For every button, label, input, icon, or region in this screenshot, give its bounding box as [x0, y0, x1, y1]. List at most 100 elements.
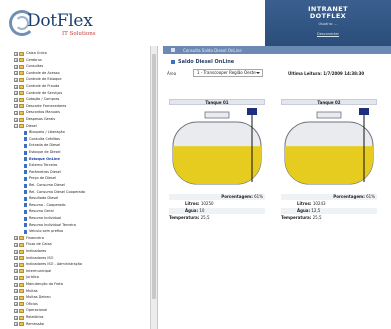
- menu-item[interactable]: + Controle de Acesso: [14, 71, 60, 76]
- menu-item[interactable]: + Intermunicipal: [14, 269, 51, 274]
- menu-subitem[interactable]: Resumo - Cooperado: [24, 203, 66, 208]
- menu-item-label: Consulta Créditos: [29, 136, 60, 141]
- menu-item[interactable]: + Controle de Serviços: [14, 91, 62, 96]
- expand-icon[interactable]: +: [14, 322, 18, 327]
- folder-icon: [19, 91, 24, 96]
- menu-item[interactable]: + Multas Detran: [14, 295, 51, 300]
- menu-item[interactable]: + Operacional: [14, 308, 47, 313]
- menu-subitem[interactable]: Entrada de Diesel: [24, 143, 60, 148]
- menu-subitem[interactable]: Resumo Individual Terceiro: [24, 223, 76, 228]
- menu-item[interactable]: + Fluxo de Caixa: [14, 242, 52, 247]
- menu-item-label: Multas: [26, 288, 38, 293]
- tank-2-sensor-box: [359, 108, 369, 115]
- expand-icon[interactable]: +: [14, 91, 18, 96]
- logout-link[interactable]: Desconectar: [265, 32, 391, 36]
- folder-icon: [19, 282, 24, 287]
- document-icon: [24, 190, 27, 195]
- folder-icon: [19, 104, 24, 109]
- menu-subitem[interactable]: Estoque OnLine: [24, 157, 60, 162]
- menu-item[interactable]: + Indicadores: [14, 249, 46, 254]
- menu-item-label: Fluxo de Caixa: [26, 242, 52, 247]
- menu-item[interactable]: + Indicadores ISO - Administração: [14, 262, 82, 267]
- document-icon: [24, 203, 27, 208]
- expand-icon[interactable]: +: [14, 275, 18, 280]
- expand-icon[interactable]: +: [14, 236, 18, 241]
- document-icon: [24, 150, 27, 155]
- expand-icon[interactable]: +: [14, 269, 18, 274]
- menu-item[interactable]: + Controle de Frauda: [14, 84, 59, 89]
- expand-icon[interactable]: +: [14, 77, 18, 82]
- menu-subitem[interactable]: Preço de Diesel: [24, 176, 56, 181]
- menu-item-label: Veículo sem prefixo: [29, 229, 64, 234]
- expand-icon[interactable]: +: [14, 282, 18, 287]
- expand-icon[interactable]: +: [14, 110, 18, 115]
- menu-item[interactable]: + Controle de Estoque: [14, 77, 62, 82]
- menu-subitem[interactable]: Resultado Diesel: [24, 196, 58, 201]
- dotflex-logo[interactable]: DotFlex IT Solutions: [9, 7, 129, 41]
- menu-subitem[interactable]: Resumo Individual: [24, 216, 61, 221]
- menu-item[interactable]: − Diesel: [14, 124, 37, 129]
- expand-icon[interactable]: +: [14, 97, 18, 102]
- menu-item[interactable]: + Descarte Fornecedores: [14, 104, 66, 109]
- menu-subitem[interactable]: Resumo Geral: [24, 209, 54, 214]
- sidebar-scrollbar[interactable]: [150, 46, 157, 329]
- menu-subitem[interactable]: Rel. Consumo Diesel: [24, 183, 65, 188]
- menu-item[interactable]: + Ofícios: [14, 302, 38, 307]
- menu-item-label: Relatórios: [26, 315, 44, 319]
- menu-item[interactable]: + Cerebrus: [14, 58, 42, 63]
- expand-icon[interactable]: +: [14, 262, 18, 267]
- menu-subitem[interactable]: Parâmetros Diesel: [24, 170, 61, 175]
- menu-subitem[interactable]: Externo Terceiro: [24, 163, 57, 168]
- expand-icon[interactable]: +: [14, 308, 18, 313]
- expand-icon[interactable]: +: [14, 51, 18, 56]
- area-select-value: 1 - Transcooper Região Oeste: [197, 70, 256, 75]
- collapse-icon[interactable]: −: [14, 124, 18, 129]
- menu-item[interactable]: + Consultas: [14, 64, 43, 69]
- window-titlebar: Consulta Saldo Diesel OnLine: [163, 46, 391, 54]
- expand-icon[interactable]: +: [14, 64, 18, 69]
- expand-icon[interactable]: +: [14, 295, 18, 300]
- expand-icon[interactable]: +: [14, 249, 18, 254]
- menu-item[interactable]: + Multas: [14, 289, 38, 294]
- expand-icon[interactable]: +: [14, 302, 18, 307]
- menu-item-label: Caixa Único: [26, 51, 47, 55]
- menu-subitem[interactable]: Bloqueio / Liberação: [24, 130, 65, 135]
- expand-icon[interactable]: +: [14, 117, 18, 122]
- folder-icon: [19, 249, 24, 254]
- menu-subitem[interactable]: Rel. Consumo Diesel Cooperado: [24, 190, 85, 195]
- menu-subitem[interactable]: Consulta Créditos: [24, 137, 60, 142]
- menu-item[interactable]: + Cotação / Compras: [14, 97, 59, 102]
- tank-2-temp-label: Temperatura:: [281, 215, 312, 220]
- area-select[interactable]: 1 - Transcooper Região Oeste: [193, 69, 263, 77]
- expand-icon[interactable]: +: [14, 71, 18, 76]
- menu-subitem[interactable]: Veículo sem prefixo: [24, 229, 63, 234]
- menu-item-label: Jurídico: [26, 275, 39, 280]
- menu-item[interactable]: + Financeiro: [14, 236, 44, 241]
- menu-item-label: Cotação / Compras: [26, 97, 60, 102]
- menu-item[interactable]: + Manutenção da Frota: [14, 282, 63, 287]
- expand-icon[interactable]: +: [14, 104, 18, 109]
- menu-item[interactable]: + Relatórios: [14, 315, 43, 320]
- chevron-down-icon[interactable]: [256, 72, 260, 74]
- expand-icon[interactable]: +: [14, 315, 18, 320]
- folder-icon: [19, 117, 24, 122]
- expand-icon[interactable]: +: [14, 242, 18, 247]
- tank-1-fuel: [173, 146, 261, 184]
- menu-item[interactable]: + Caixa Único: [14, 51, 47, 56]
- menu-item-label: Consultas: [26, 64, 44, 69]
- menu-item[interactable]: + Descontos Manuais: [14, 110, 60, 115]
- menu-item[interactable]: + Jurídico: [14, 275, 39, 280]
- expand-icon[interactable]: +: [14, 58, 18, 63]
- menu-subitem[interactable]: Estoque de Diesel: [24, 150, 61, 155]
- menu-item[interactable]: + Despesas Gerais: [14, 117, 55, 122]
- tank-2-water-label: Água:: [297, 208, 311, 213]
- expand-icon[interactable]: +: [14, 289, 18, 294]
- menu-item[interactable]: + Indicadores ISO: [14, 256, 53, 261]
- folder-icon: [19, 269, 24, 274]
- menu-item[interactable]: + Remessão: [14, 322, 44, 327]
- folder-icon: [19, 275, 24, 280]
- folder-icon: [19, 236, 24, 241]
- expand-icon[interactable]: +: [14, 256, 18, 261]
- scrollbar-thumb[interactable]: [152, 54, 156, 299]
- expand-icon[interactable]: +: [14, 84, 18, 89]
